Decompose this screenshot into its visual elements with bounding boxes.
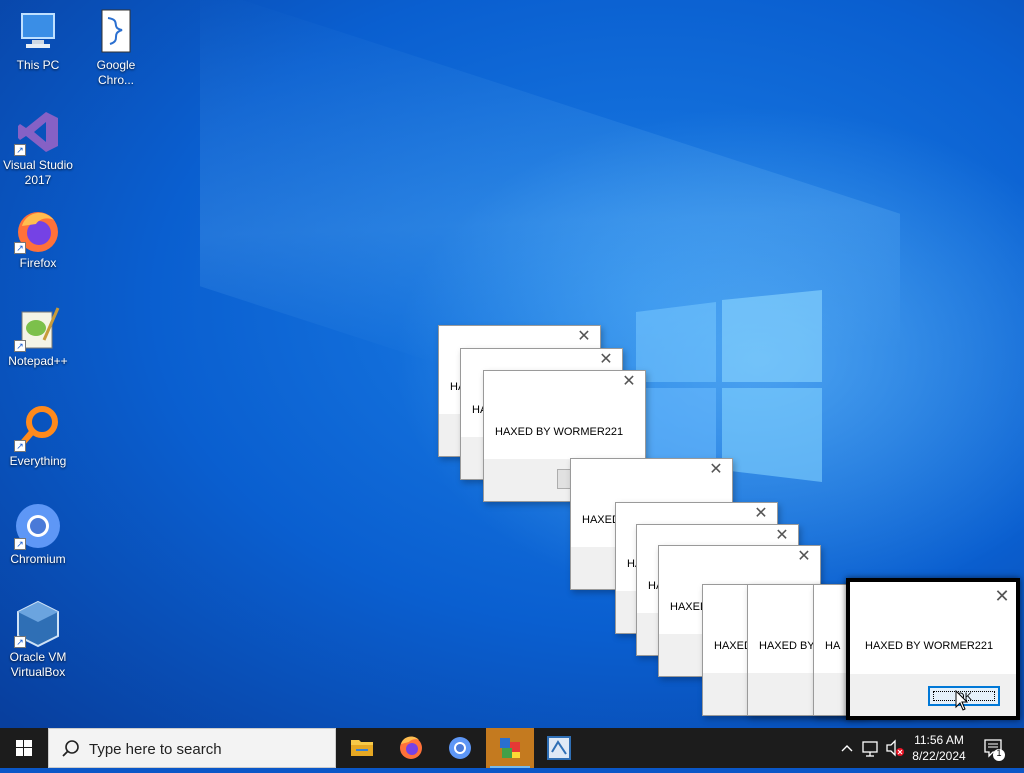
- desktop-icon-label: Chromium: [10, 552, 66, 566]
- dialog-message: HAXED BY WORMER221: [495, 426, 624, 438]
- desktop-icon-virtualbox[interactable]: ↗ Oracle VM VirtualBox: [0, 600, 76, 680]
- desktop-icon-this-pc[interactable]: This PC: [0, 8, 76, 73]
- desktop-icon-label: Everything: [9, 454, 67, 468]
- close-icon[interactable]: ✕: [576, 329, 592, 345]
- taskbar-app-firefox[interactable]: [387, 728, 435, 768]
- close-icon[interactable]: ✕: [753, 506, 769, 522]
- shortcut-arrow-icon: ↗: [14, 538, 26, 550]
- everything-search-icon: ↗: [14, 404, 62, 452]
- desktop-icon-label: This PC: [16, 58, 60, 72]
- taskbar-clock[interactable]: 11:56 AM 8/22/2024: [900, 732, 978, 764]
- desktop-icon-label: Notepad++: [8, 354, 68, 368]
- windows-logo-wallpaper: [636, 290, 822, 482]
- virtualbox-icon: [547, 736, 571, 760]
- search-placeholder: Type here to search: [89, 741, 222, 758]
- desktop-icon-google-chrome-doc[interactable]: Google Chro...: [78, 8, 154, 88]
- network-button[interactable]: [860, 728, 882, 768]
- computer-icon: [14, 8, 62, 56]
- close-icon[interactable]: ✕: [796, 549, 812, 565]
- visual-studio-icon: ↗: [14, 108, 62, 156]
- search-icon: [62, 740, 79, 757]
- close-icon[interactable]: ✕: [994, 587, 1010, 605]
- text-document-icon: [92, 8, 140, 56]
- windows-start-icon: [16, 740, 32, 756]
- taskbar: Type here to search 11:56 AM 8/22/2024 1: [0, 728, 1024, 768]
- desktop-icon-firefox[interactable]: ↗ Firefox: [0, 206, 76, 271]
- close-icon[interactable]: ✕: [621, 374, 637, 390]
- message-dialog-active[interactable]: ✕ HAXED BY WORMER221 OK: [846, 578, 1020, 720]
- mouse-cursor-icon: [955, 690, 969, 711]
- shortcut-arrow-icon: ↗: [14, 440, 26, 452]
- desktop-icon-label: Oracle VM VirtualBox: [9, 650, 67, 679]
- chromium-icon: ↗: [14, 502, 62, 550]
- notepad-plus-plus-icon: ↗: [14, 304, 62, 352]
- folder-icon: [351, 740, 373, 756]
- shortcut-arrow-icon: ↗: [14, 242, 26, 254]
- virtualbox-icon: ↗: [14, 600, 62, 648]
- taskbar-app-file-explorer[interactable]: [338, 728, 386, 768]
- shortcut-arrow-icon: ↗: [14, 144, 26, 156]
- desktop-icon-chromium[interactable]: ↗ Chromium: [0, 502, 76, 567]
- taskbar-app-active-program[interactable]: [486, 728, 534, 768]
- desktop-icon-label: Google Chro...: [96, 58, 136, 87]
- chromium-icon: [449, 737, 471, 759]
- cubes-icon: [500, 738, 520, 758]
- clock-time: 11:56 AM: [914, 733, 964, 747]
- firefox-icon: [400, 736, 422, 759]
- taskbar-app-chromium[interactable]: [436, 728, 484, 768]
- network-icon: [862, 741, 878, 757]
- desktop-icon-everything[interactable]: ↗ Everything: [0, 404, 76, 469]
- desktop-icon-label: Firefox: [19, 256, 57, 270]
- close-icon[interactable]: ✕: [598, 352, 614, 368]
- shortcut-arrow-icon: ↗: [14, 340, 26, 352]
- desktop-icon-visual-studio[interactable]: ↗ Visual Studio 2017: [0, 108, 76, 188]
- notification-count-badge: 1: [996, 748, 1002, 758]
- shortcut-arrow-icon: ↗: [14, 636, 26, 648]
- desktop-icon-notepad-plus-plus[interactable]: ↗ Notepad++: [0, 304, 76, 369]
- show-hidden-icons-button[interactable]: [838, 728, 856, 768]
- dialog-message: HA: [825, 640, 841, 652]
- close-icon[interactable]: ✕: [708, 462, 724, 478]
- taskbar-app-virtualbox[interactable]: [535, 728, 583, 768]
- start-button[interactable]: [0, 728, 48, 768]
- desktop-icon-label: Visual Studio 2017: [3, 158, 73, 187]
- taskbar-search-box[interactable]: Type here to search: [48, 728, 336, 768]
- firefox-icon: ↗: [14, 206, 62, 254]
- close-icon[interactable]: ✕: [774, 528, 790, 544]
- dialog-message: HAXED BY WORMER221: [865, 640, 994, 652]
- action-center-button[interactable]: 1: [982, 728, 1006, 768]
- clock-date: 8/22/2024: [912, 749, 966, 763]
- chevron-up-icon: [841, 745, 853, 752]
- dialog-footer: OK: [850, 674, 1016, 716]
